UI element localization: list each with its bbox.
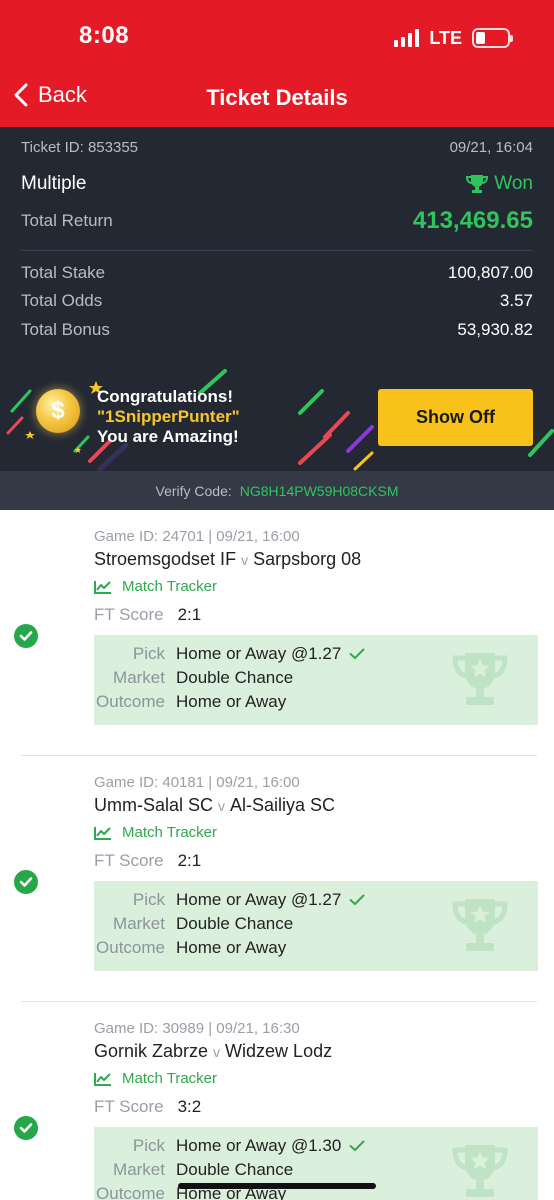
game-item: Game ID: 40181 | 09/21, 16:00 Umm-Salal … [0,756,554,1002]
game-item: Game ID: 24701 | 09/21, 16:00 Stroemsgod… [0,510,554,756]
status-badge: Won [466,173,533,195]
check-circle-icon [14,1116,38,1140]
pick-label: Pick [132,1136,165,1155]
status-time: 8:08 [79,22,130,49]
congrats-line1: Congratulations! [97,387,233,406]
pick-details: Pick Home or Away @1.30 Market Double Ch… [94,1127,538,1200]
checkmark-icon [349,1140,365,1152]
pick-value: Home or Away @1.27 [176,644,342,663]
game-meta: Game ID: 24701 | 09/21, 16:00 [94,528,300,545]
game-teams: Stroemsgodset IF v Sarpsborg 08 [94,549,361,570]
verify-code-bar: Verify Code: NG8H14PW59H08CKSM [0,471,554,510]
ft-score: FT Score 3:2 [94,1097,201,1117]
pick-label: Pick [132,890,165,909]
outcome-label: Outcome [96,938,165,957]
total-return-value: 413,469.65 [412,207,533,234]
chart-line-icon [94,1072,111,1086]
ft-score: FT Score 2:1 [94,851,201,871]
market-value: Double Chance [176,668,294,687]
market-label: Market [113,914,165,933]
home-team: Stroemsgodset IF [94,549,237,569]
outcome-value: Home or Away [176,938,287,957]
pick-label: Pick [132,644,165,663]
outcome-label: Outcome [96,692,165,711]
total-bonus-value: 53,930.82 [457,320,533,339]
match-tracker-label: Match Tracker [122,578,218,595]
match-tracker-link[interactable]: Match Tracker [94,824,217,841]
total-return-label: Total Return [21,211,113,230]
pick-value: Home or Away @1.30 [176,1136,342,1155]
chart-line-icon [94,580,111,594]
game-item: Game ID: 30989 | 09/21, 16:30 Gornik Zab… [0,1002,554,1200]
verify-code-value[interactable]: NG8H14PW59H08CKSM [240,483,399,499]
trophy-icon [466,175,489,193]
market-label: Market [113,668,165,687]
trophy-watermark-icon [452,653,508,705]
ft-score-value: 2:1 [177,851,202,870]
ft-score-label: FT Score [94,1097,164,1116]
away-team: Sarpsborg 08 [253,549,362,569]
status-indicators: LTE [394,26,513,50]
outcome-value: Home or Away [176,692,287,711]
away-team: Al-Sailiya SC [230,795,336,815]
verify-code-label: Verify Code: [155,482,232,499]
game-teams: Gornik Zabrze v Widzew Lodz [94,1041,332,1062]
pick-details: Pick Home or Away @1.27 Market Double Ch… [94,635,538,725]
match-tracker-label: Match Tracker [122,1070,218,1087]
ticket-datetime: 09/21, 16:04 [449,139,533,156]
away-team: Widzew Lodz [225,1041,333,1061]
ft-score-value: 3:2 [177,1097,202,1116]
checkmark-icon [349,894,365,906]
ft-score: FT Score 2:1 [94,605,201,625]
total-odds-value: 3.57 [499,291,533,310]
pick-value: Home or Away @1.27 [176,890,342,909]
home-indicator [178,1183,376,1189]
match-tracker-link[interactable]: Match Tracker [94,1070,217,1087]
game-teams: Umm-Salal SC v Al-Sailiya SC [94,795,335,816]
checkmark-icon [349,648,365,660]
chart-line-icon [94,826,111,840]
total-bonus-label: Total Bonus [21,320,110,339]
show-off-button[interactable]: Show Off [378,389,533,446]
vs-label: v [213,1044,221,1060]
network-label: LTE [429,27,462,48]
market-label: Market [113,1160,165,1179]
match-tracker-link[interactable]: Match Tracker [94,578,217,595]
market-value: Double Chance [176,1160,294,1179]
congrats-username: "1SnipperPunter" [97,407,240,426]
vs-label: v [241,552,249,568]
check-circle-icon [14,870,38,894]
ft-score-label: FT Score [94,605,164,624]
battery-icon [472,28,513,48]
app-header: 8:08 LTE Back Ticket Details [0,0,554,127]
total-stake-value: 100,807.00 [447,263,533,282]
vs-label: v [218,798,226,814]
game-meta: Game ID: 40181 | 09/21, 16:00 [94,774,300,791]
home-team: Umm-Salal SC [94,795,214,815]
ft-score-value: 2:1 [177,605,202,624]
trophy-watermark-icon [452,899,508,951]
status-label: Won [494,173,533,194]
match-tracker-label: Match Tracker [122,824,218,841]
congrats-banner: $ Congratulations! "1SnipperPunter" You … [0,363,554,471]
ft-score-label: FT Score [94,851,164,870]
check-circle-icon [14,624,38,648]
ticket-type: Multiple [21,173,87,194]
total-stake-label: Total Stake [21,263,106,282]
signal-icon [394,29,420,47]
market-value: Double Chance [176,914,294,933]
ticket-id: Ticket ID: 853355 [21,139,139,156]
game-meta: Game ID: 30989 | 09/21, 16:30 [94,1020,300,1037]
coin-icon: $ [36,389,80,433]
home-team: Gornik Zabrze [94,1041,209,1061]
page-title: Ticket Details [206,85,348,110]
ticket-summary: Ticket ID: 853355 09/21, 16:04 Multiple … [0,127,554,510]
total-odds-label: Total Odds [21,291,103,310]
trophy-watermark-icon [452,1145,508,1197]
pick-details: Pick Home or Away @1.27 Market Double Ch… [94,881,538,971]
outcome-label: Outcome [96,1184,165,1200]
congrats-line3: You are Amazing! [97,427,239,446]
congrats-text: Congratulations! "1SnipperPunter" You ar… [97,387,240,447]
divider [21,250,533,251]
